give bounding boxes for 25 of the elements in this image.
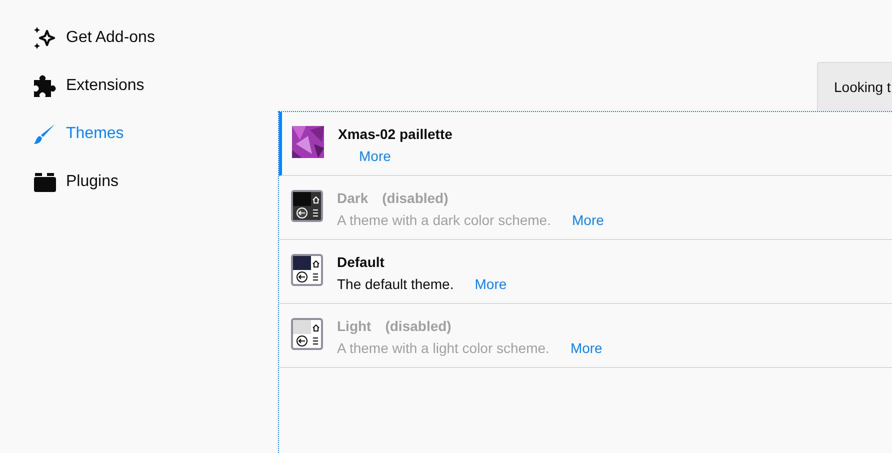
theme-preview-icon [291,254,323,286]
sidebar-item[interactable]: Extensions [0,73,278,99]
theme-description: The default theme. [337,276,454,292]
more-link[interactable]: More [359,148,391,164]
theme-row[interactable]: Default The default theme. More [279,240,892,304]
theme-name: Xmas-02 paillette [338,126,452,142]
theme-name: Default [337,254,384,270]
sidebar-item[interactable]: Themes [0,121,278,147]
theme-name: Dark [337,190,368,206]
toolbar-button[interactable]: Looking t [817,62,892,111]
more-link[interactable]: More [474,276,507,292]
sparkles-icon [33,26,57,50]
sidebar-item[interactable]: Get Add-ons [0,25,278,51]
plugin-icon [33,170,57,194]
theme-preview-icon [291,318,323,350]
sidebar-item[interactable]: Plugins [0,169,278,195]
theme-name: Light [337,318,372,334]
paintbrush-icon [33,122,57,146]
theme-status: (disabled) [382,190,448,206]
theme-description: A theme with a dark color scheme. [337,212,551,228]
theme-preview-icon [291,190,323,222]
theme-status: (disabled) [385,318,452,334]
theme-description: A theme with a light color scheme. [337,340,550,356]
puzzle-icon [33,74,57,98]
theme-row[interactable]: Xmas-02 paillette More [279,112,892,176]
